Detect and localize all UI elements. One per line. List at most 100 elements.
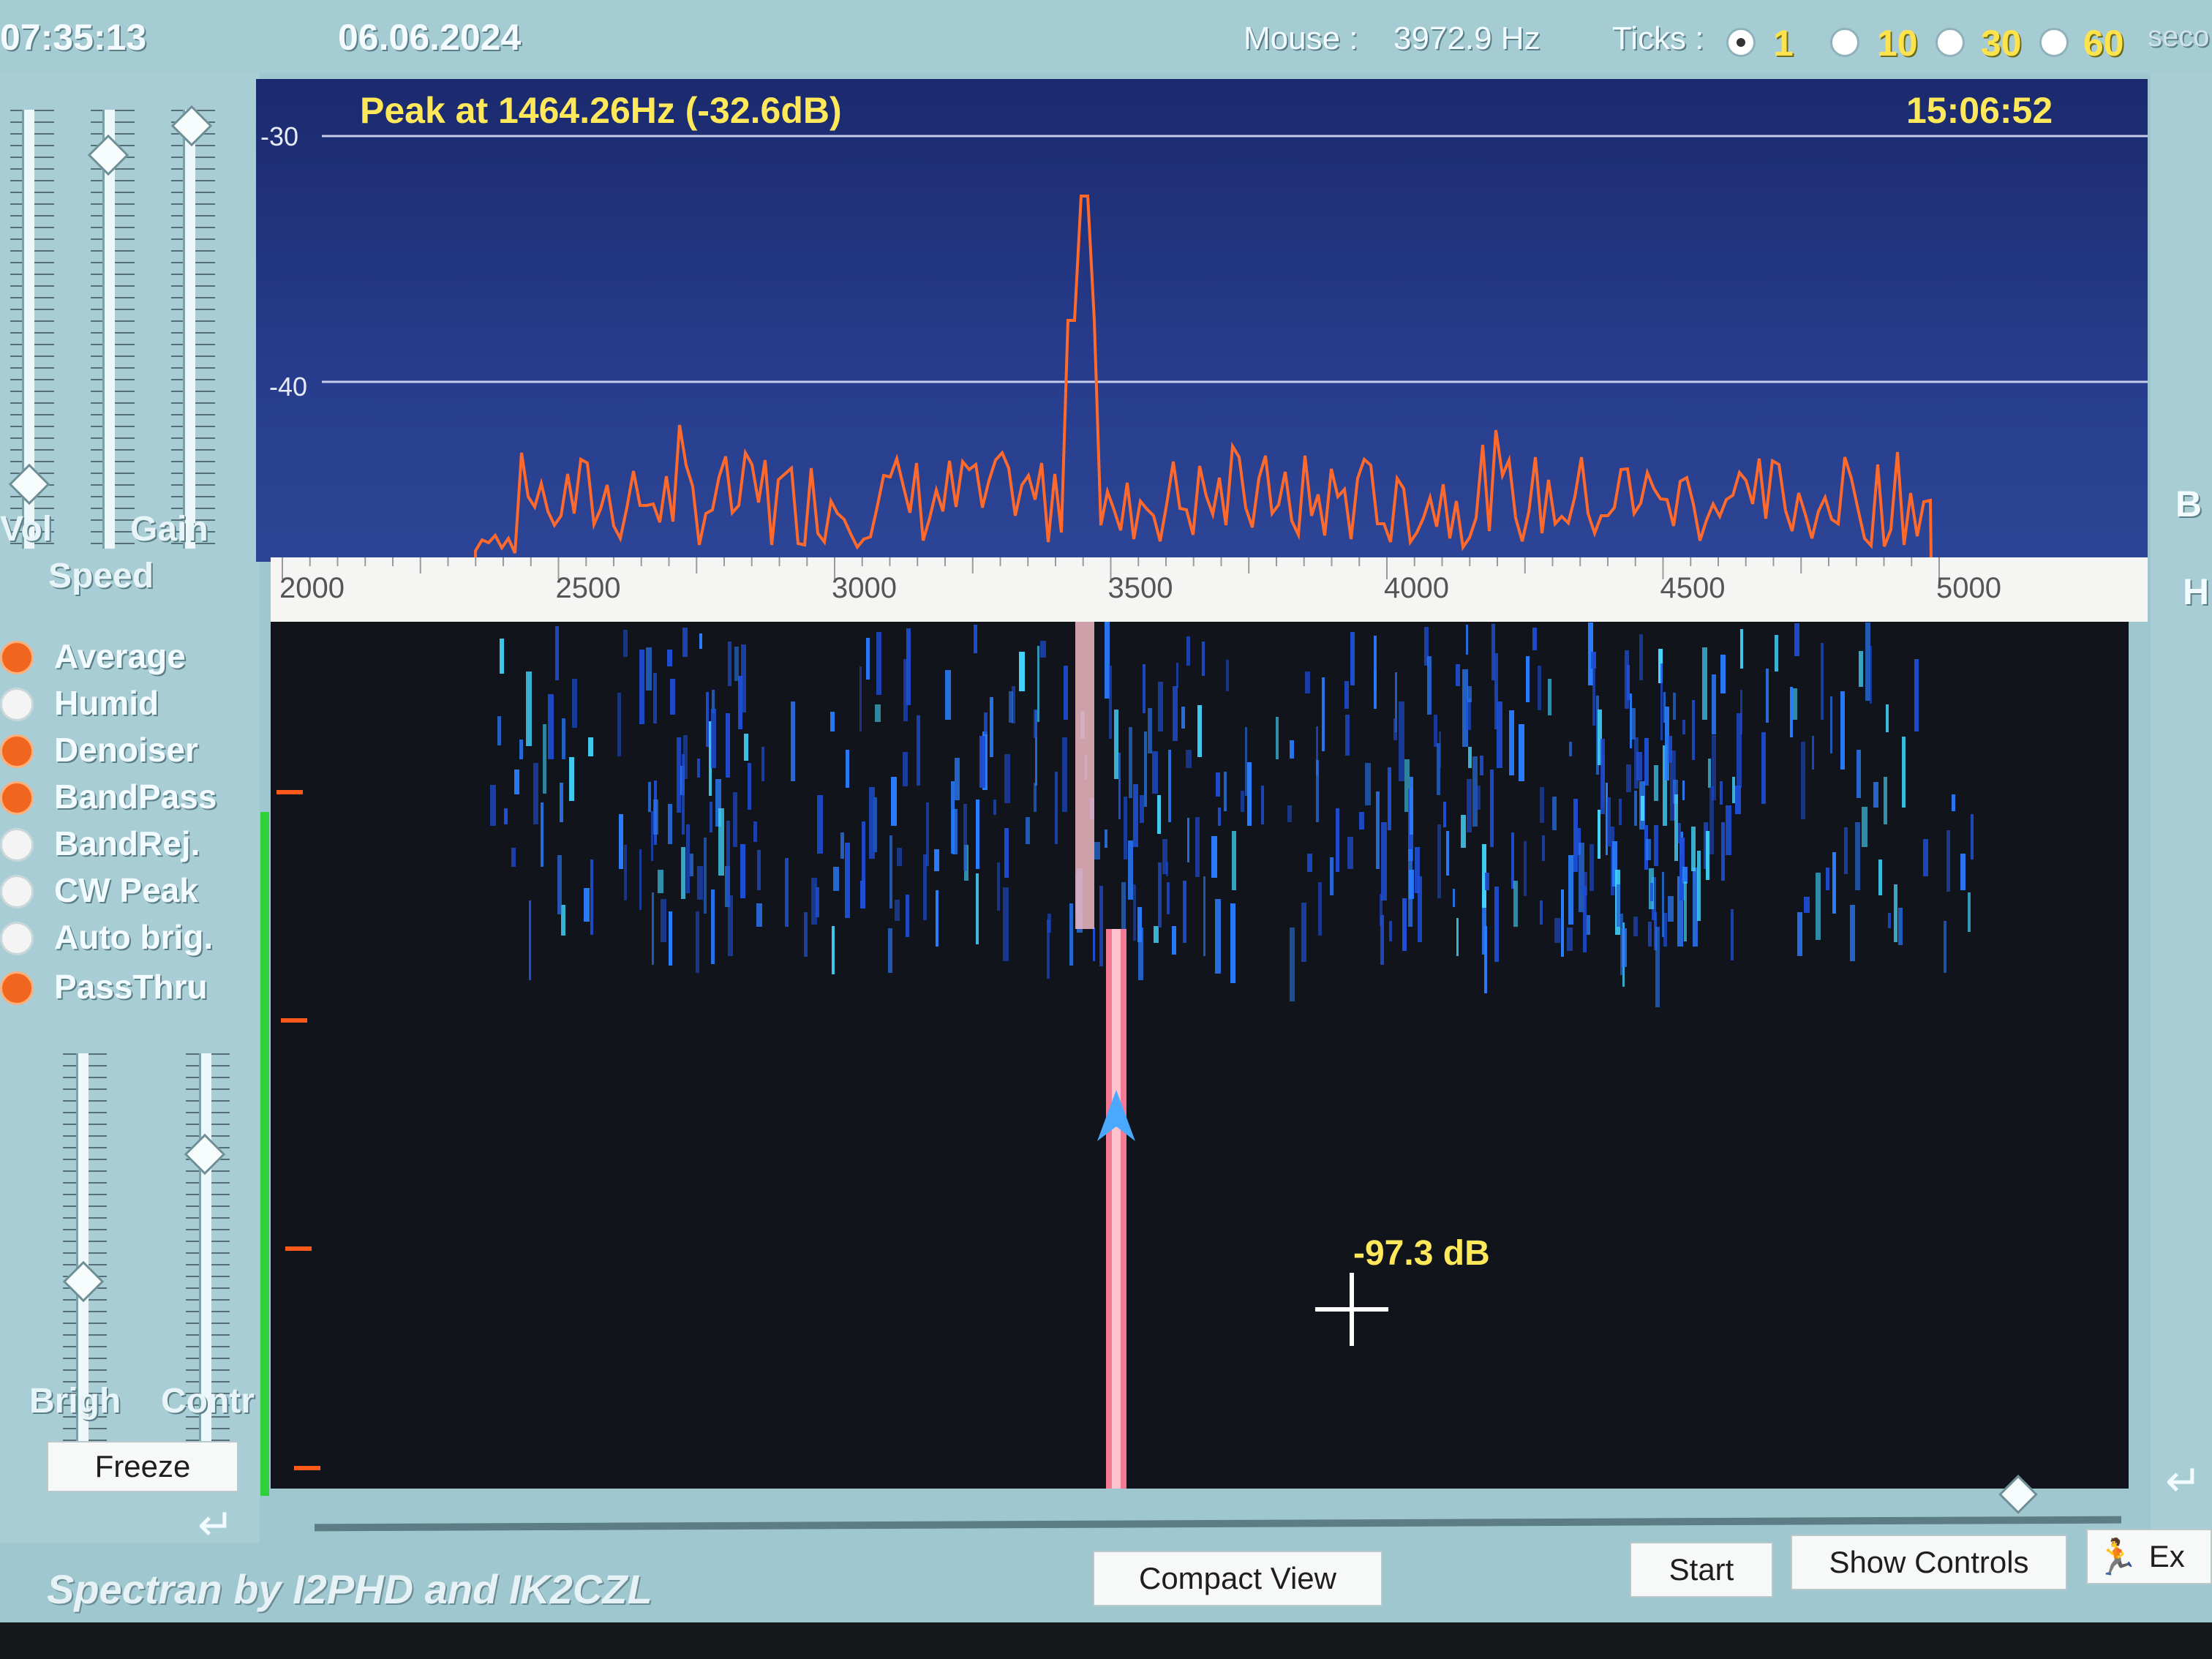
option-label: CW Peak xyxy=(54,871,198,909)
waterfall-streak xyxy=(1195,817,1200,877)
waterfall-streak xyxy=(1826,868,1829,890)
waterfall-streak xyxy=(1261,786,1264,824)
waterfall-streak xyxy=(1129,727,1132,798)
option-auto-brig[interactable]: Auto brig. xyxy=(0,917,260,958)
waterfall-streak xyxy=(1218,808,1221,826)
spectrum-display[interactable]: Peak at 1464.26Hz (-32.6dB) 15:06:52 -30… xyxy=(256,79,2148,562)
waterfall-streak xyxy=(1480,756,1483,775)
option-humid[interactable]: Humid xyxy=(0,683,260,724)
waterfall-streak xyxy=(1567,928,1573,951)
option-bandrej[interactable]: BandRej. xyxy=(0,824,260,865)
option-passthru[interactable]: PassThru xyxy=(0,967,260,1008)
waterfall-streak xyxy=(1176,663,1178,688)
waterfall-display[interactable]: -97.3 dB xyxy=(271,622,2129,1489)
option-radio[interactable] xyxy=(0,641,34,674)
ticks-option-30[interactable]: 30 xyxy=(1981,22,2022,64)
waterfall-streak xyxy=(1693,868,1698,947)
waterfall-streak xyxy=(706,692,709,747)
freeze-button[interactable]: Freeze xyxy=(47,1441,238,1492)
waterfall-streak xyxy=(1812,736,1814,770)
waterfall-streak xyxy=(963,804,967,871)
ticks-radio-30[interactable] xyxy=(1936,28,1965,57)
waterfall-streak xyxy=(1138,928,1143,980)
ticks-option-60[interactable]: 60 xyxy=(2083,22,2124,64)
option-average[interactable]: Average xyxy=(0,636,260,677)
waterfall-streak xyxy=(648,782,651,812)
waterfall-streak xyxy=(1230,903,1235,983)
waterfall-streak xyxy=(1804,897,1810,913)
waterfall-streak xyxy=(1350,632,1355,685)
waterfall-streak xyxy=(1019,652,1025,691)
waterfall-streak xyxy=(1591,652,1596,669)
ticks-radio-1[interactable] xyxy=(1726,28,1756,57)
waterfall-streak xyxy=(1004,754,1010,803)
undock-arrow-icon[interactable]: ↵ xyxy=(198,1500,234,1551)
waterfall-streak xyxy=(1691,827,1696,871)
waterfall-streak xyxy=(1662,872,1664,937)
option-denoiser[interactable]: Denoiser xyxy=(0,730,260,771)
option-bandpass[interactable]: BandPass xyxy=(0,777,260,818)
waterfall-streak xyxy=(711,709,716,768)
waterfall-streak xyxy=(1461,815,1466,848)
waterfall-streak xyxy=(1870,646,1872,704)
waterfall-streak xyxy=(897,848,902,866)
waterfall-streak xyxy=(846,750,849,788)
waterfall-streak xyxy=(1622,928,1627,967)
waterfall-streak xyxy=(1886,704,1889,732)
ticks-radio-60[interactable] xyxy=(2039,28,2069,57)
show-controls-button[interactable]: Show Controls xyxy=(1791,1535,2067,1590)
exit-button[interactable]: 🏃 Ex xyxy=(2086,1529,2212,1584)
waterfall-streak xyxy=(726,713,730,778)
option-radio[interactable] xyxy=(0,922,34,955)
waterfall-svg xyxy=(490,622,1974,1489)
waterfall-streak xyxy=(497,716,501,745)
option-radio[interactable] xyxy=(0,828,34,862)
waterfall-streak xyxy=(740,844,745,898)
speed-slider[interactable] xyxy=(102,110,115,549)
waterfall-streak xyxy=(1172,926,1176,955)
waterfall-streak xyxy=(710,802,712,832)
waterfall-streak xyxy=(1720,781,1723,805)
waterfall-streak xyxy=(1626,764,1631,792)
compact-view-button[interactable]: Compact View xyxy=(1093,1551,1382,1606)
waterfall-streak xyxy=(1648,922,1652,947)
freq-tick-label: 4500 xyxy=(1660,572,1726,604)
waterfall-streak xyxy=(1118,753,1121,819)
waterfall-streak xyxy=(1202,642,1205,676)
start-button[interactable]: Start xyxy=(1630,1542,1773,1598)
waterfall-streak xyxy=(500,639,504,674)
gain-slider[interactable] xyxy=(183,110,195,549)
ticks-radio-10[interactable] xyxy=(1830,28,1859,57)
waterfall-streak xyxy=(1865,622,1870,701)
waterfall-streak xyxy=(590,859,593,935)
waterfall-streak xyxy=(744,734,748,761)
waterfall-streak xyxy=(1832,852,1836,914)
waterfall-streak xyxy=(1511,832,1514,889)
waterfall-streak xyxy=(1850,905,1855,961)
waterfall-streak xyxy=(1152,751,1158,794)
waterfall-streak xyxy=(1726,805,1731,855)
waterfall-streak xyxy=(519,740,523,759)
waterfall-streak xyxy=(1034,710,1037,738)
undock-right-arrow-icon[interactable]: ↵ xyxy=(2165,1456,2202,1507)
waterfall-streak xyxy=(1509,710,1514,775)
waterfall-streak xyxy=(617,693,621,756)
ticks-option-10[interactable]: 10 xyxy=(1877,22,1918,64)
waterfall-streak xyxy=(1158,862,1162,928)
waterfall-streak xyxy=(1794,623,1799,656)
option-radio[interactable] xyxy=(0,781,34,815)
waterfall-streak xyxy=(1583,886,1587,952)
waterfall-streak xyxy=(1641,796,1644,821)
option-radio[interactable] xyxy=(0,734,34,768)
scroll-slider-track[interactable] xyxy=(314,1516,2122,1532)
ticks-option-1[interactable]: 1 xyxy=(1773,22,1794,64)
frequency-axis[interactable]: 2000 2500 3000 3500 4000 4500 5000 xyxy=(271,557,2148,622)
waterfall-streak xyxy=(681,847,685,899)
option-radio[interactable] xyxy=(0,971,34,1005)
level-bar xyxy=(260,812,269,1496)
waterfall-streak xyxy=(699,633,702,649)
option-radio[interactable] xyxy=(0,688,34,721)
option-radio[interactable] xyxy=(0,875,34,908)
option-cw-peak[interactable]: CW Peak xyxy=(0,870,260,911)
waterfall-streak xyxy=(1706,831,1709,880)
